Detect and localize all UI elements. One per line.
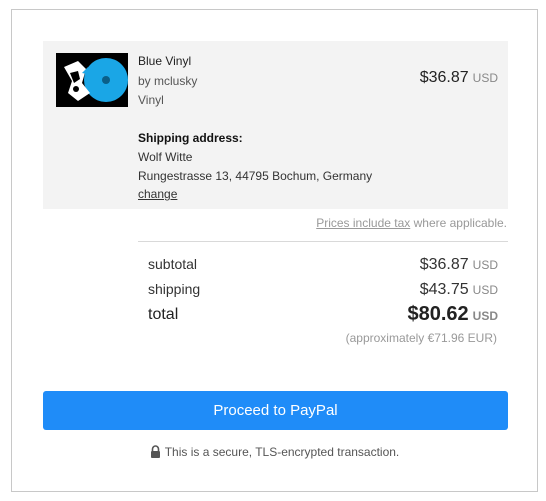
- subtotal-row: subtotal $36.87 USD: [138, 256, 498, 278]
- tax-note-text: where applicable.: [410, 216, 507, 230]
- shipping-name: Wolf Witte: [138, 150, 193, 164]
- item-price-currency: USD: [472, 71, 498, 85]
- shipping-address: Rungestrasse 13, 44795 Bochum, Germany: [138, 169, 373, 183]
- shipping-amount: $43.75 USD: [420, 281, 498, 299]
- approximate-eur-total: (approximately €71.96 EUR): [345, 331, 497, 345]
- total-value: $80.62: [407, 303, 469, 325]
- shipping-label: Shipping address:: [138, 131, 243, 145]
- order-summary: subtotal $36.87 USD shipping $43.75 USD to…: [138, 241, 508, 325]
- shipping-currency: USD: [472, 283, 498, 297]
- security-note: This is a secure, TLS-encrypted transact…: [12, 445, 537, 461]
- total-row: total $80.62 USD: [138, 303, 498, 325]
- item-price: $36.87 USD: [420, 69, 498, 87]
- item-format: Vinyl: [138, 93, 164, 107]
- total-label: total: [148, 306, 179, 323]
- tax-note: Prices include tax where applicable.: [316, 216, 507, 230]
- album-art: [56, 53, 128, 107]
- shipping-cost-label: shipping: [148, 281, 201, 297]
- shipping-row: shipping $43.75 USD: [138, 281, 498, 303]
- subtotal-label: subtotal: [148, 256, 198, 272]
- proceed-to-paypal-button[interactable]: Proceed to PayPal: [43, 391, 508, 430]
- subtotal-currency: USD: [472, 258, 498, 272]
- subtotal-value: $36.87: [419, 256, 469, 273]
- item-artist: by mclusky: [138, 74, 198, 88]
- order-item-panel: Blue Vinyl by mclusky Vinyl $36.87 USD Sh…: [43, 41, 508, 209]
- lock-icon: [150, 445, 161, 461]
- album-cover-image: [56, 53, 128, 107]
- total-currency: USD: [472, 309, 498, 323]
- change-address-link[interactable]: change: [138, 187, 177, 201]
- shipping-value: $43.75: [419, 281, 469, 298]
- checkout-frame: Blue Vinyl by mclusky Vinyl $36.87 USD Sh…: [11, 9, 538, 492]
- item-title: Blue Vinyl: [138, 54, 192, 68]
- prices-include-tax-link[interactable]: Prices include tax: [316, 216, 410, 230]
- total-amount: $80.62 USD: [407, 303, 498, 326]
- item-price-value: $36.87: [419, 69, 469, 86]
- subtotal-amount: $36.87 USD: [420, 256, 498, 274]
- security-text: This is a secure, TLS-encrypted transact…: [164, 445, 400, 459]
